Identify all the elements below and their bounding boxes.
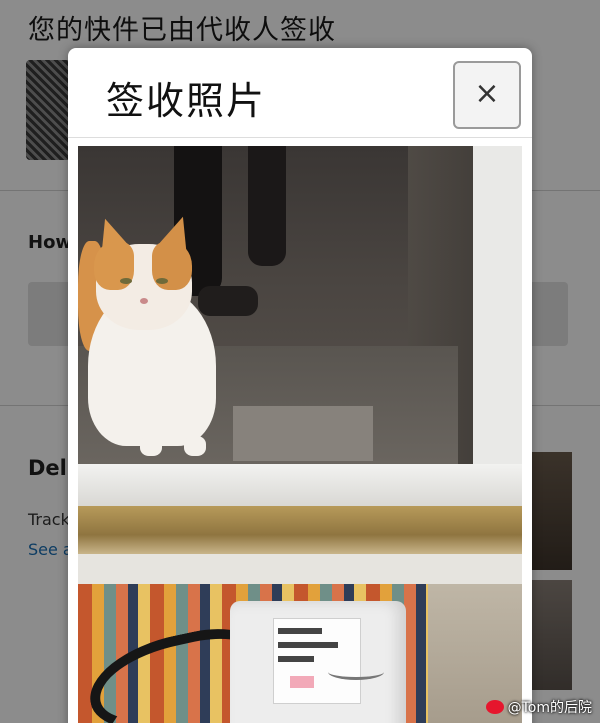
door-step xyxy=(78,554,522,584)
door-threshold xyxy=(78,506,522,554)
close-button[interactable]: × xyxy=(453,61,521,129)
label-text-line xyxy=(278,628,322,634)
person-leg xyxy=(248,146,286,266)
person-shoe xyxy=(198,286,258,316)
cat-eye xyxy=(156,278,168,284)
cat-eye xyxy=(120,278,132,284)
weibo-icon xyxy=(485,700,504,714)
modal-header: 签收照片 × xyxy=(68,48,532,138)
modal-title: 签收照片 xyxy=(106,79,267,123)
label-text-line xyxy=(278,656,314,662)
cat-paw xyxy=(140,436,162,456)
watermark-text: @Tom的后院 xyxy=(507,700,592,716)
label-sticker xyxy=(290,676,314,688)
door-frame xyxy=(78,464,522,506)
cat-paw xyxy=(184,436,206,456)
parcel-smile-logo xyxy=(328,664,384,680)
delivery-photo-modal: 签收照片 × xyxy=(68,48,532,723)
cat-nose xyxy=(140,298,148,304)
close-icon: × xyxy=(474,76,500,111)
interior-rug xyxy=(233,406,373,461)
watermark: @Tom的后院 xyxy=(485,697,592,717)
label-text-line xyxy=(278,642,338,648)
door-frame xyxy=(473,146,522,486)
delivery-photo xyxy=(78,146,522,723)
